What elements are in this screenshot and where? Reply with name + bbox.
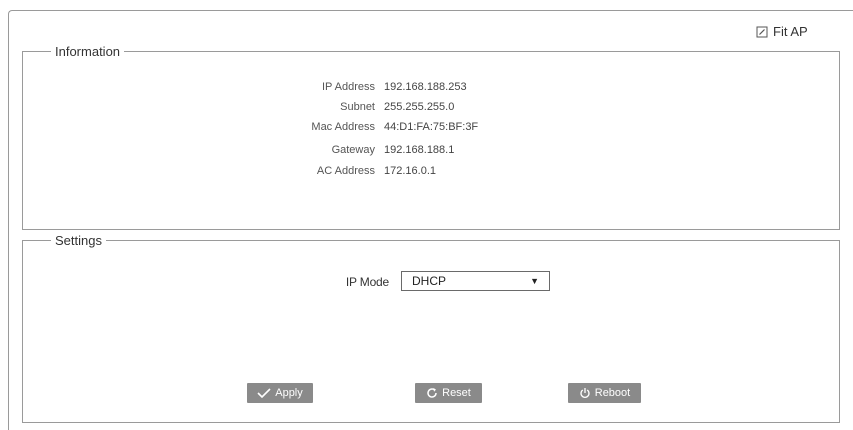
ip-address-label: IP Address [322,81,375,93]
power-icon [579,387,591,399]
fit-ap-link[interactable]: Fit AP [756,24,808,39]
reboot-button[interactable]: Reboot [568,383,641,403]
apply-button[interactable]: Apply [247,383,313,403]
information-legend: Information [55,44,121,59]
gateway-label: Gateway [331,144,375,156]
reset-label: Reset [442,387,471,399]
ip-address-value: 192.168.188.253 [384,81,467,93]
ip-mode-value: DHCP [412,274,447,288]
chevron-down-icon: ▼ [530,276,539,286]
reset-button[interactable]: Reset [415,383,482,403]
ip-mode-select[interactable]: DHCP ▼ [401,271,550,291]
refresh-icon [426,387,438,399]
apply-label: Apply [275,387,303,399]
ac-address-label: AC Address [316,165,375,177]
mac-address-value: 44:D1:FA:75:BF:3F [384,121,479,133]
fit-ap-label: Fit AP [773,24,808,39]
edit-icon [756,26,768,38]
settings-section: Settings IP Mode DHCP ▼ Apply Reset Rebo… [22,233,840,423]
subnet-value: 255.255.255.0 [384,101,455,113]
gateway-value: 192.168.188.1 [384,144,455,156]
subnet-label: Subnet [340,101,375,113]
mac-address-label: Mac Address [311,121,375,133]
settings-legend: Settings [55,233,102,248]
reboot-label: Reboot [594,387,631,399]
check-icon [257,388,271,398]
ip-mode-label: IP Mode [345,275,389,289]
ac-address-value: 172.16.0.1 [384,165,436,177]
information-section: Information IP Address 192.168.188.253 S… [22,44,840,230]
